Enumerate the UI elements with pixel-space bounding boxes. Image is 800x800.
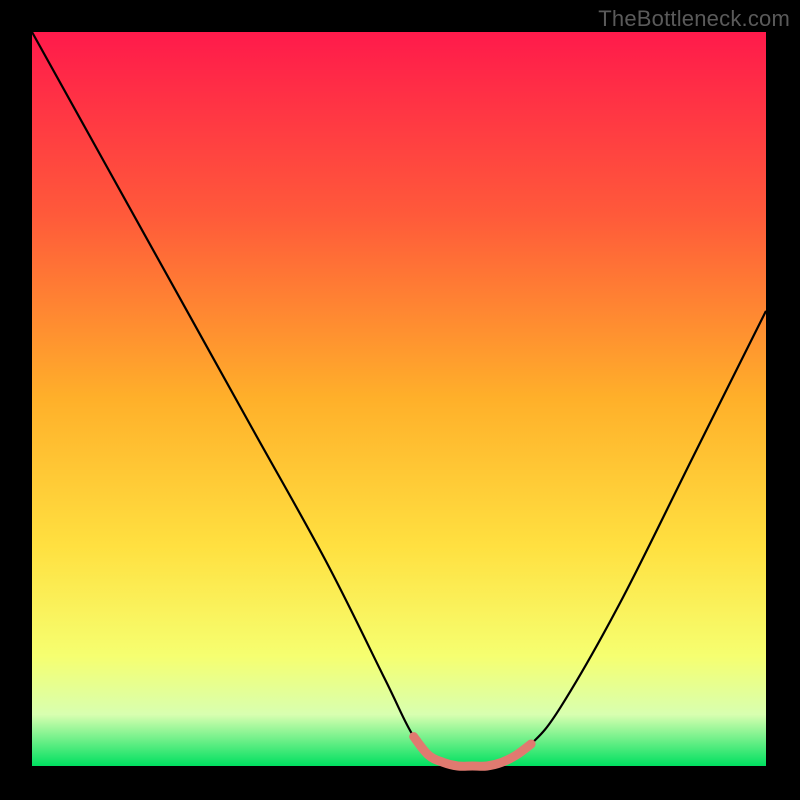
plot-background bbox=[32, 32, 766, 766]
watermark-text: TheBottleneck.com bbox=[598, 6, 790, 32]
chart-container: TheBottleneck.com bbox=[0, 0, 800, 800]
chart-svg bbox=[0, 0, 800, 800]
